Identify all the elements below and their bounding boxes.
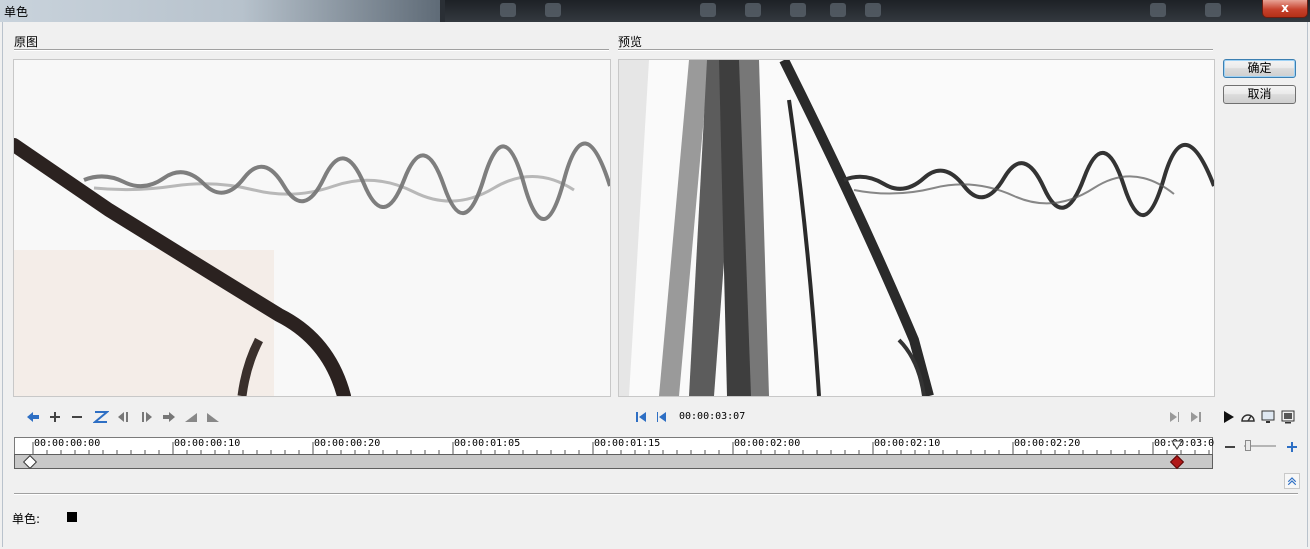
background-app-icon <box>1150 3 1166 17</box>
zoom-in-icon[interactable] <box>1283 438 1301 456</box>
color-property-label: 单色: <box>12 512 41 526</box>
collapse-toggle-icon[interactable] <box>1284 473 1300 489</box>
timeline-ruler[interactable]: 00:00:00:00 00:00:00:10 00:00:00:20 00:0… <box>14 437 1215 455</box>
ok-button[interactable]: 确定 <box>1223 59 1296 78</box>
color-swatch[interactable] <box>67 512 77 522</box>
preview-image-content <box>619 60 1214 396</box>
next-frame-icon[interactable] <box>1165 408 1183 426</box>
background-app-icon <box>745 3 761 17</box>
background-taskbar-strip <box>445 0 1310 22</box>
background-app-icon <box>1205 3 1221 17</box>
go-to-start-icon[interactable] <box>632 408 650 426</box>
ruler-label: 00:00:00:00 <box>34 438 101 449</box>
close-button[interactable]: x <box>1262 0 1308 18</box>
background-app-icon <box>830 3 846 17</box>
zoom-out-icon[interactable] <box>1221 438 1239 456</box>
background-app-icon <box>700 3 716 17</box>
ruler-label: 00:00:02:20 <box>1014 438 1081 449</box>
ruler-label: 00:00:02:00 <box>734 438 801 449</box>
ruler-label: 00:00:00:10 <box>174 438 241 449</box>
go-to-end-icon[interactable] <box>1187 408 1205 426</box>
previous-frame-icon[interactable] <box>653 408 671 426</box>
background-app-icon <box>865 3 881 17</box>
preview-panel-divider <box>618 49 1213 51</box>
remove-keyframe-icon[interactable] <box>68 408 86 426</box>
ruler-label: 00:00:01:15 <box>594 438 661 449</box>
end-keyframe-marker[interactable] <box>1169 454 1185 470</box>
ruler-label: 00:00:02:10 <box>874 438 941 449</box>
goto-prev-keyframe-icon[interactable] <box>24 408 42 426</box>
original-image <box>13 59 611 397</box>
goto-next-keyframe-icon[interactable] <box>160 408 178 426</box>
background-app-icon <box>500 3 516 17</box>
window-title: 单色 <box>4 5 29 19</box>
cancel-button[interactable]: 取消 <box>1223 85 1296 104</box>
background-app-icon <box>790 3 806 17</box>
play-icon[interactable] <box>1219 408 1237 426</box>
ruler-label: 00:00:03:0 <box>1154 438 1215 449</box>
title-bar: 单色 x <box>0 0 1310 22</box>
reverse-keyframes-icon[interactable] <box>92 408 110 426</box>
ruler-label: 00:00:00:20 <box>314 438 381 449</box>
start-keyframe-marker[interactable] <box>22 454 38 470</box>
original-panel-divider <box>14 49 609 51</box>
timeline-playhead[interactable] <box>1171 440 1183 450</box>
fade-in-icon[interactable] <box>182 408 200 426</box>
device-preview-icon[interactable] <box>1279 408 1297 426</box>
keyframe-track[interactable] <box>14 454 1213 470</box>
ruler-label: 00:00:01:05 <box>454 438 521 449</box>
current-timecode: 00:00:03:07 <box>679 411 746 422</box>
preview-image <box>618 59 1215 397</box>
playback-speed-icon[interactable] <box>1239 408 1257 426</box>
background-app-icon <box>545 3 561 17</box>
original-panel-label: 原图 <box>14 35 39 49</box>
preview-window-icon[interactable] <box>1259 408 1277 426</box>
move-keyframe-left-icon[interactable] <box>114 408 132 426</box>
fade-out-icon[interactable] <box>204 408 222 426</box>
preview-panel-label: 预览 <box>618 35 643 49</box>
zoom-slider-thumb[interactable] <box>1245 440 1251 451</box>
move-keyframe-right-icon[interactable] <box>138 408 156 426</box>
original-image-content <box>14 60 610 396</box>
properties-divider <box>14 493 1298 495</box>
title-bar-background <box>0 0 440 22</box>
add-keyframe-icon[interactable] <box>46 408 64 426</box>
